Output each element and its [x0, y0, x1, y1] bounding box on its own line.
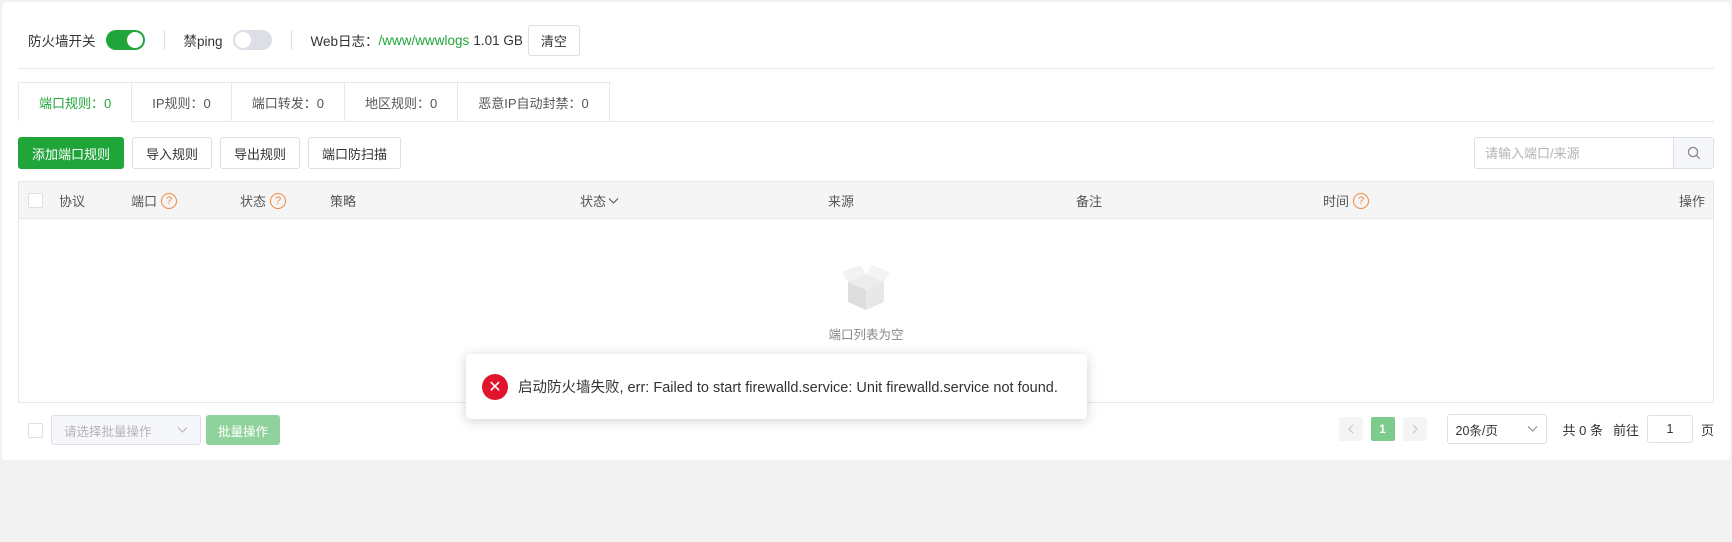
chevron-down-icon — [1527, 426, 1537, 432]
prev-page-button[interactable] — [1338, 417, 1363, 441]
error-toast: ✕ 启动防火墙失败, err: Failed to start firewall… — [466, 354, 1087, 419]
search-input[interactable] — [1475, 138, 1673, 168]
rule-tabs: 端口规则：0 IP规则：0 端口转发：0 地区规则：0 恶意IP自动封禁：0 — [18, 82, 610, 122]
chevron-right-icon — [1412, 424, 1418, 434]
page-number-1[interactable]: 1 — [1370, 417, 1395, 441]
error-icon: ✕ — [482, 373, 508, 400]
col-time: 时间 — [1323, 194, 1350, 209]
col-status-filter[interactable]: 状态 — [580, 182, 619, 219]
tab-port-rules[interactable]: 端口规则：0 — [18, 82, 133, 122]
col-protocol: 协议 — [59, 194, 86, 209]
search-button[interactable] — [1673, 138, 1713, 168]
col-status-filter-label: 状态 — [580, 194, 607, 209]
ping-label: 禁ping — [183, 34, 223, 49]
empty-box-icon — [842, 265, 890, 310]
next-page-button[interactable] — [1402, 417, 1427, 441]
page-size-select[interactable]: 20条/页 — [1446, 414, 1547, 444]
divider — [290, 30, 292, 50]
error-message: 启动防火墙失败, err: Failed to start firewalld.… — [518, 380, 1058, 396]
firewall-topbar: 防火墙开关 禁ping Web日志： /www/wwwlogs 1.01 GB … — [28, 24, 580, 56]
pagination: 1 20条/页 共 0 条 前往 1 页 — [1338, 414, 1714, 444]
chevron-left-icon — [1347, 424, 1353, 434]
total-count: 共 0 条 — [1562, 422, 1603, 438]
ping-toggle[interactable] — [232, 30, 272, 50]
batch-operation-select[interactable]: 请选择批量操作 — [51, 415, 201, 445]
tab-malicious-ip-ban[interactable]: 恶意IP自动封禁：0 — [458, 82, 610, 122]
clear-log-button[interactable]: 清空 — [527, 24, 580, 56]
help-icon[interactable]: ? — [1353, 192, 1370, 209]
firewall-toggle[interactable] — [105, 30, 145, 50]
port-scan-protection-button[interactable]: 端口防扫描 — [308, 137, 402, 169]
col-strategy: 策略 — [330, 194, 357, 209]
export-rules-button[interactable]: 导出规则 — [220, 137, 301, 169]
batch-controls: 请选择批量操作 批量操作 — [28, 415, 281, 445]
batch-select-checkbox[interactable] — [28, 422, 43, 438]
empty-state: 端口列表为空 — [19, 262, 1713, 343]
empty-text: 端口列表为空 — [828, 328, 904, 342]
help-icon[interactable]: ? — [270, 192, 287, 209]
add-port-rule-button[interactable]: 添加端口规则 — [18, 137, 125, 169]
weblog-path-link[interactable]: /www/wwwlogs — [379, 33, 470, 48]
firewall-switch-label: 防火墙开关 — [28, 34, 96, 49]
tab-ip-rules[interactable]: IP规则：0 — [132, 82, 232, 122]
page-size-value: 20条/页 — [1455, 423, 1498, 438]
batch-select-placeholder: 请选择批量操作 — [64, 424, 152, 439]
chevron-down-icon — [608, 197, 619, 204]
goto-label: 前往 — [1612, 422, 1639, 438]
divider — [163, 30, 165, 50]
table-header: 协议 端口? 状态? 策略 状态 来源 备注 时间? 操作 — [19, 182, 1713, 219]
help-icon[interactable]: ? — [161, 192, 178, 209]
goto-page-input[interactable]: 1 — [1646, 415, 1693, 443]
col-remark: 备注 — [1076, 194, 1103, 209]
col-port: 端口 — [131, 194, 158, 209]
page-suffix: 页 — [1700, 422, 1714, 438]
divider — [18, 68, 1714, 69]
tab-port-forward[interactable]: 端口转发：0 — [231, 82, 345, 122]
search-icon — [1687, 146, 1700, 160]
import-rules-button[interactable]: 导入规则 — [132, 137, 213, 169]
tab-region-rules[interactable]: 地区规则：0 — [344, 82, 459, 122]
toggle-knob — [126, 32, 143, 48]
toggle-knob — [234, 32, 251, 48]
select-all-checkbox[interactable] — [28, 193, 43, 208]
weblog-size: 1.01 GB — [473, 32, 523, 48]
col-status: 状态 — [240, 194, 267, 209]
search-box — [1474, 137, 1714, 169]
action-toolbar: 添加端口规则 导入规则 导出规则 端口防扫描 — [18, 137, 402, 169]
col-operation: 操作 — [1678, 194, 1705, 209]
chevron-down-icon — [177, 427, 188, 433]
weblog-label: Web日志： — [310, 34, 379, 49]
col-source: 来源 — [828, 194, 855, 209]
batch-operation-button[interactable]: 批量操作 — [206, 415, 281, 445]
